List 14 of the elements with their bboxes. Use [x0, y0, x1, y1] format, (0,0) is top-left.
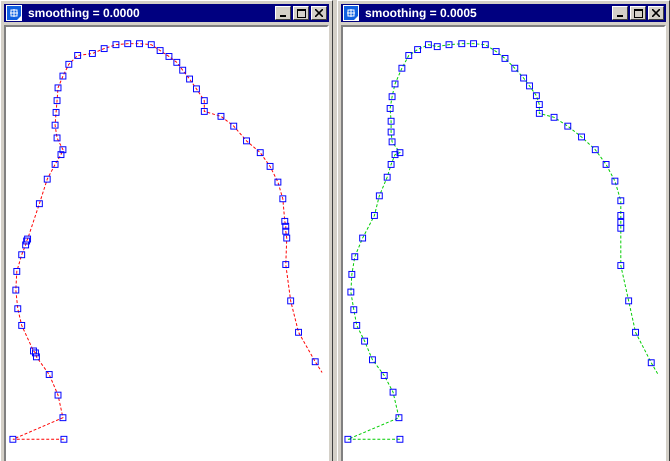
maximize-icon	[634, 8, 642, 18]
window-title: smoothing = 0.0005	[365, 6, 478, 20]
maximize-icon	[296, 8, 306, 18]
minimize-button[interactable]	[612, 6, 628, 20]
app-icon	[6, 5, 22, 21]
maximize-button[interactable]	[293, 6, 309, 20]
maximize-button[interactable]	[630, 6, 646, 20]
app-icon	[343, 5, 359, 21]
close-icon	[315, 9, 323, 17]
minimize-button[interactable]	[275, 6, 291, 20]
close-button[interactable]	[311, 6, 327, 20]
close-icon	[652, 9, 660, 17]
window-title: smoothing = 0.0000	[28, 6, 141, 20]
close-button[interactable]	[648, 6, 664, 20]
